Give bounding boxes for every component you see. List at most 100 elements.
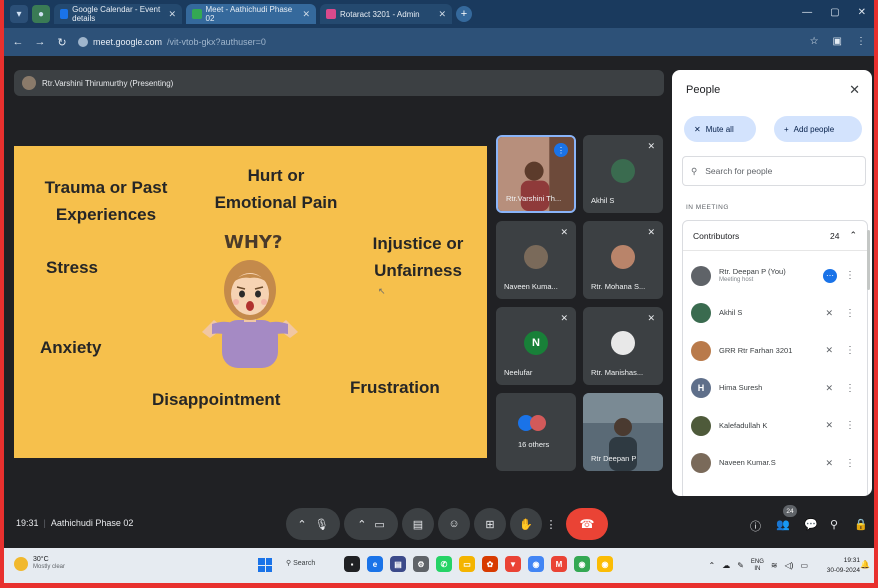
notification-bell-icon[interactable]: 🔔 [860, 560, 870, 569]
site-info-icon[interactable] [78, 37, 88, 47]
avatar [524, 245, 548, 269]
profile-menu-icon[interactable]: ⋮ [856, 36, 866, 47]
store-icon[interactable]: ▤ [390, 556, 406, 572]
emoji-reaction-button[interactable]: ☺ [438, 508, 470, 540]
kebab-menu-icon[interactable]: ⋮ [845, 383, 855, 394]
section-heading: IN MEETING [686, 204, 729, 211]
bookmark-star-icon[interactable]: ☆ [810, 36, 819, 47]
whatsapp-icon[interactable]: ✆ [436, 556, 452, 572]
settings-gear-icon[interactable]: ⚙ [413, 556, 429, 572]
panel-scrollbar[interactable] [867, 230, 870, 290]
tab-meet[interactable]: Meet - Aathichudi Phase 02 ✕ [186, 4, 316, 24]
present-screen-button[interactable]: ⊞ [474, 508, 506, 540]
pen-icon[interactable]: ✎ [737, 561, 744, 570]
raise-hand-button[interactable]: ✋ [510, 508, 542, 540]
participant-tile[interactable]: ✕ Akhil S [583, 135, 663, 213]
kebab-menu-icon[interactable]: ⋮ [845, 458, 855, 469]
pointer-cursor-icon: ↖ [378, 286, 386, 296]
chrome-profile-icon[interactable]: ◉ [574, 556, 590, 572]
slide-word-trauma: Trauma or Past Experiences [44, 178, 168, 225]
kebab-menu-icon[interactable]: ⋮ [845, 270, 855, 281]
profile-icon[interactable]: ● [32, 5, 50, 23]
participant-tile[interactable]: ✕ N Neelufar [496, 307, 576, 385]
captions-button[interactable]: ▤ [402, 508, 434, 540]
language-indicator[interactable]: ENG IN [751, 559, 764, 572]
participant-tile-self[interactable]: Rtr Deepan P [583, 393, 663, 471]
brave-icon[interactable]: ▼ [505, 556, 521, 572]
search-input[interactable]: ⚲ Search for people [682, 156, 866, 186]
participant-name: Naveen Kuma... [504, 282, 558, 291]
list-item[interactable]: H Hima Suresh ✕ ⋮ [683, 370, 867, 408]
activities-icon[interactable]: ⚲ [830, 518, 838, 531]
chevron-up-icon[interactable]: ⌃ [708, 561, 715, 570]
reload-icon[interactable]: ↻ [56, 36, 68, 49]
list-item[interactable]: Rtr. Deepan P (You) Meeting host ⋯ ⋮ [683, 257, 867, 295]
kebab-menu-icon[interactable]: ⋮ [845, 308, 855, 319]
edge-icon[interactable]: e [367, 556, 383, 572]
others-tile[interactable]: 16 others [496, 393, 576, 471]
add-people-button[interactable]: + Add people [774, 116, 862, 142]
close-icon[interactable]: ✕ [849, 82, 860, 98]
participant-tile[interactable]: ✕ Rtr. Mohana S... [583, 221, 663, 299]
system-clock[interactable]: 19:31 30-09-2024 [827, 556, 860, 576]
microphone-button[interactable]: 🎙 [315, 518, 329, 531]
chrome-icon[interactable]: ◉ [528, 556, 544, 572]
weather-widget[interactable]: 30°C Mostly clear [14, 556, 65, 572]
slide-word-frustration: Frustration [350, 378, 440, 397]
list-item[interactable]: Kalefadullah K ✕ ⋮ [683, 407, 867, 445]
new-tab-icon[interactable]: + [456, 6, 472, 22]
contributors-header[interactable]: Contributors 24 ⌃ [683, 221, 867, 251]
taskbar-search[interactable]: ⚲ Search [286, 559, 315, 567]
chevron-up-icon[interactable]: ⌃ [849, 230, 857, 241]
rotaract-favicon-icon [326, 9, 336, 19]
tab-rotaract[interactable]: Rotaract 3201 - Admin ✕ [320, 4, 452, 24]
tab-label: Rotaract 3201 - Admin [340, 9, 420, 19]
camera-button[interactable]: ▭ [374, 518, 384, 531]
extensions-icon[interactable]: ▣ [833, 36, 842, 47]
participant-tile[interactable]: ✕ Naveen Kuma... [496, 221, 576, 299]
back-icon[interactable]: ← [12, 36, 24, 48]
photos-icon[interactable]: ✿ [482, 556, 498, 572]
minimize-icon[interactable]: — [802, 7, 812, 18]
task-view-icon[interactable]: ▪ [344, 556, 360, 572]
wifi-icon[interactable]: ≋ [771, 561, 778, 570]
tab-calendar[interactable]: Google Calendar - Event details ✕ [54, 4, 182, 24]
maximize-icon[interactable]: ▢ [830, 7, 839, 18]
kebab-menu-icon[interactable]: ⋮ [845, 345, 855, 356]
kebab-menu-icon[interactable]: ⋮ [845, 420, 855, 431]
list-item[interactable]: GRR Rtr Farhan 3201 ✕ ⋮ [683, 332, 867, 370]
address-bar: ← → ↻ meet.google.com/vit-vtob-gkx?authu… [4, 28, 874, 56]
close-icon[interactable]: ✕ [438, 9, 446, 20]
list-item[interactable]: Naveen Kumar.S ✕ ⋮ [683, 445, 867, 483]
chevron-up-icon[interactable]: ⌃ [357, 518, 366, 531]
host-controls-icon[interactable]: 🔒 [854, 518, 868, 531]
meeting-details-icon[interactable]: ⓘ [750, 518, 761, 534]
chrome-profile-2-icon[interactable]: ◉ [597, 556, 613, 572]
gmail-icon[interactable]: M [551, 556, 567, 572]
chevron-up-icon[interactable]: ⌃ [297, 518, 306, 531]
more-options-icon[interactable]: ⋯ [823, 268, 837, 283]
slide-word-stress: Stress [46, 258, 98, 277]
close-icon[interactable]: ✕ [168, 9, 176, 20]
participant-tile[interactable]: ⋮ Rtr.Varshini Th... [496, 135, 576, 213]
participant-tile[interactable]: ✕ Rtr. Manishas... [583, 307, 663, 385]
forward-icon[interactable]: → [34, 36, 46, 48]
end-call-button[interactable]: ☎ [566, 508, 608, 540]
onedrive-icon[interactable]: ☁ [722, 561, 730, 570]
more-options-button[interactable]: ⋮ [540, 508, 562, 540]
close-window-icon[interactable]: ✕ [858, 7, 866, 18]
mute-all-button[interactable]: ✕ Mute all [684, 116, 756, 142]
volume-icon[interactable]: ◁) [785, 561, 794, 570]
file-explorer-icon[interactable]: ▭ [459, 556, 475, 572]
participant-name: Akhil S [591, 196, 615, 205]
start-button-icon[interactable] [258, 558, 272, 572]
people-icon[interactable]: 👥 [776, 518, 790, 531]
battery-icon[interactable]: ▭ [800, 561, 808, 570]
close-icon[interactable]: ✕ [302, 9, 310, 20]
browser-tab-bar: ▾ ● Google Calendar - Event details ✕ Me… [4, 0, 874, 28]
chat-icon[interactable]: 💬 [804, 518, 818, 531]
tab-search-icon[interactable]: ▾ [10, 5, 28, 23]
url-field[interactable]: meet.google.com/vit-vtob-gkx?authuser=0 [78, 37, 266, 47]
url-path: /vit-vtob-gkx?authuser=0 [167, 37, 266, 47]
list-item[interactable]: Akhil S ✕ ⋮ [683, 295, 867, 333]
